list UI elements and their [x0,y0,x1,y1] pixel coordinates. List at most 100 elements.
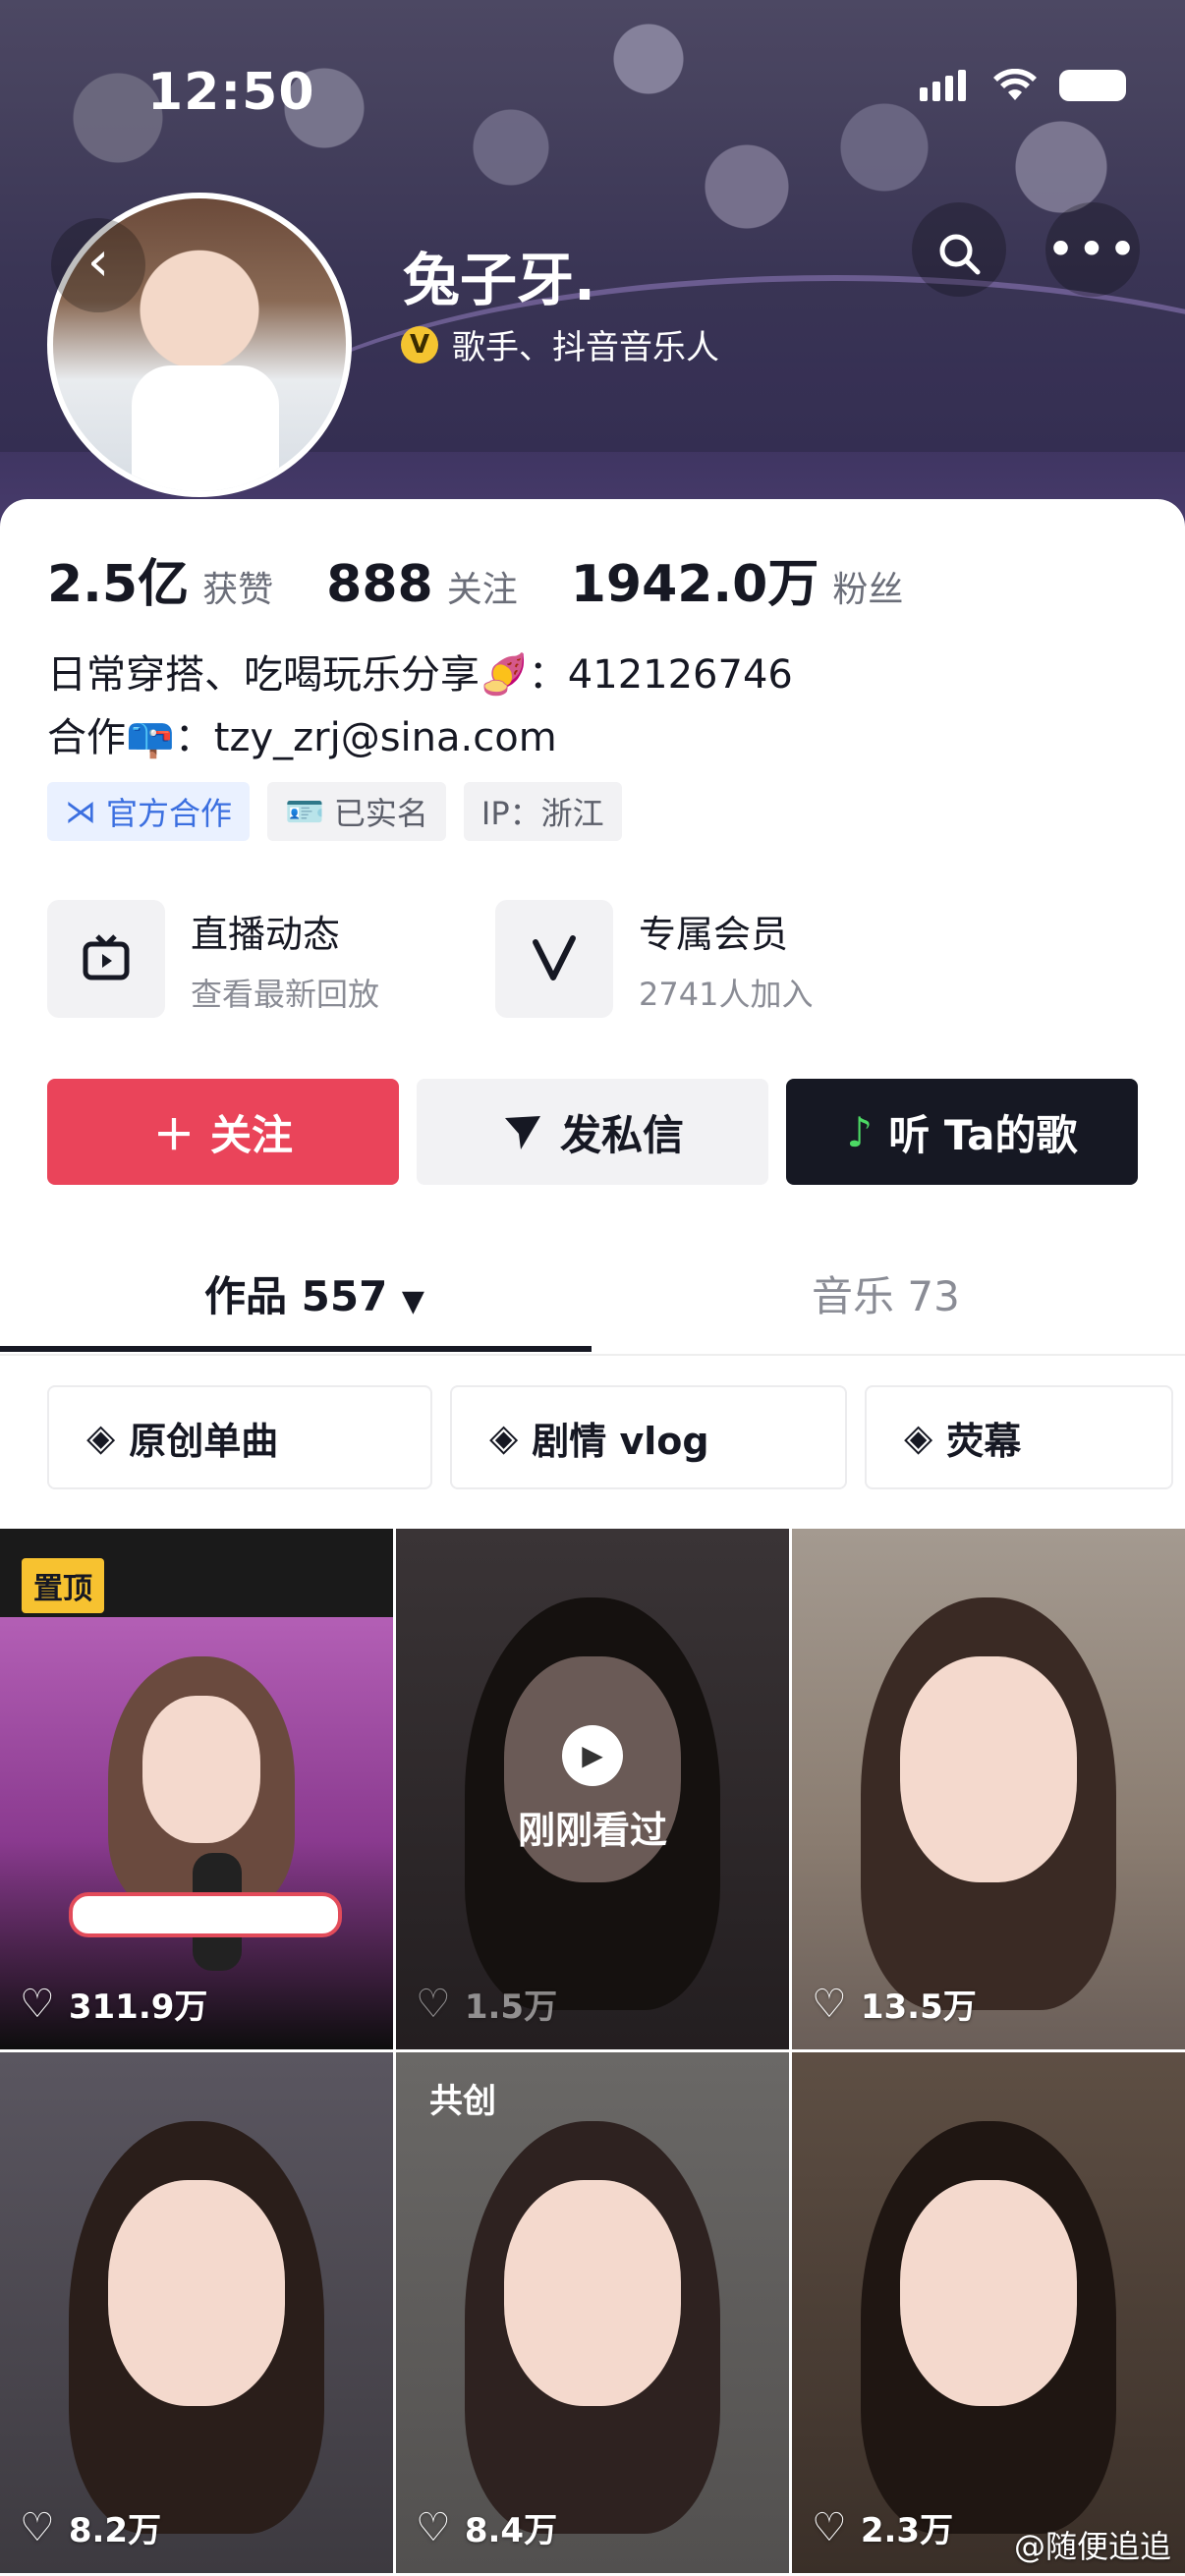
video-likes: ♡ 8.2万 [20,2503,161,2551]
collection-label: 荧幕 [946,1419,1022,1463]
send-message-label: 发私信 [559,1110,684,1159]
verification-label: 歌手、抖音音乐人 [452,328,719,367]
collection-chips: ◈ 原创单曲 ◈ 剧情 vlog ◈ 荧幕 [47,1385,1173,1489]
more-dots-icon: ••• [1045,221,1140,278]
stat-fans-label: 粉丝 [832,570,904,610]
heart-icon: ♡ [416,2504,451,2550]
action-buttons: ＋ 关注 发私信 ♪ 听 Ta的歌 [47,1079,1138,1185]
video-thumbnail[interactable]: ♡ 13.5万 [792,1529,1185,2049]
verified-badge-icon: V [401,325,438,364]
send-message-button[interactable]: 发私信 [417,1079,768,1185]
likes-count: 8.4万 [464,2511,558,2550]
id-card-icon: 🪪 [285,793,324,830]
tag-ip-location: IP：浙江 [463,782,622,841]
stat-likes[interactable]: 2.5亿 获赞 [47,542,273,616]
recently-watched-label: 刚刚看过 [517,1808,667,1852]
listen-songs-button[interactable]: ♪ 听 Ta的歌 [786,1079,1138,1185]
watermark-text: @随便追追 [1013,2528,1171,2565]
stat-following[interactable]: 888 关注 [326,555,518,614]
video-thumbnail[interactable]: 置顶 ♡ 311.9万 [0,1529,393,2049]
back-button[interactable]: ‹ [51,218,145,312]
profile-stats: 2.5亿 获赞 888 关注 1942.0万 粉丝 [47,542,956,616]
feature-live-title: 直播动态 [191,912,341,956]
follow-button[interactable]: ＋ 关注 [47,1079,399,1185]
cellular-signal-icon [920,70,971,101]
content-tabs: 作品 557 ▼ 音乐 73 [0,1230,1185,1356]
active-tab-indicator [0,1346,592,1352]
video-likes: ♡ 311.9万 [20,1980,207,2028]
feature-membership-subtitle: 2741人加入 [639,975,814,1013]
stat-fans[interactable]: 1942.0万 粉丝 [571,542,904,616]
video-likes: ♡ 1.5万 [416,1980,557,2028]
video-thumbnail[interactable]: 共创 ♡ 8.4万 [396,2052,789,2573]
collection-drama-vlog[interactable]: ◈ 剧情 vlog [450,1385,847,1489]
paper-plane-icon [504,1116,540,1149]
feature-membership[interactable]: 专属会员 2741人加入 [495,900,943,1018]
profile-tags: ⋊ 官方合作 🪪 已实名 IP：浙江 [47,782,622,841]
feature-live-updates[interactable]: 直播动态 查看最新回放 [47,900,495,1018]
likes-count: 13.5万 [860,1988,977,2027]
battery-icon [1059,70,1126,101]
video-likes: ♡ 8.4万 [416,2503,557,2551]
search-button[interactable] [912,202,1006,297]
pinned-badge: 置顶 [22,1558,104,1613]
video-grid: 置顶 ♡ 311.9万 ▶ 刚刚看过 ♡ 1.5万 ♡ 13.5万 ♡ 8.2万 [0,1529,1185,2573]
video-likes: ♡ 13.5万 [812,1980,977,2028]
video-thumbnail[interactable]: ▶ 刚刚看过 ♡ 1.5万 [396,1529,789,2049]
wifi-icon [993,69,1037,100]
collection-label: 原创单曲 [129,1419,279,1463]
follow-button-label: 关注 [210,1110,294,1159]
status-icons [920,69,1126,102]
heart-icon: ♡ [20,1981,55,2027]
tag-label: 已实名 [333,795,428,832]
video-thumbnail[interactable]: ♡ 2.3万 @随便追追 [792,2052,1185,2573]
chevron-left-icon: ‹ [86,230,110,294]
feature-membership-title: 专属会员 [639,912,789,956]
recently-watched-overlay: ▶ 刚刚看过 [396,1529,789,2049]
heart-icon: ♡ [812,1981,847,2027]
feature-live-subtitle: 查看最新回放 [191,975,380,1013]
heart-icon: ♡ [812,2504,847,2550]
likes-count: 311.9万 [68,1988,208,2027]
tv-icon [47,900,165,1018]
cocreation-label: 共创 [429,2082,496,2121]
tab-works[interactable]: 作品 557 ▼ [204,1263,424,1323]
cooperation-icon: ⋊ [65,793,96,830]
likes-count: 1.5万 [464,1988,558,2027]
tab-music-label: 音乐 73 [812,1272,960,1320]
music-note-icon: ♪ [846,1107,874,1156]
layers-icon: ◈ [489,1416,519,1459]
collection-original-singles[interactable]: ◈ 原创单曲 [47,1385,432,1489]
tag-real-name: 🪪 已实名 [267,782,446,841]
heart-icon: ♡ [416,1981,451,2027]
collection-label: 剧情 vlog [532,1419,709,1463]
profile-nickname: 兔子牙. [403,247,596,313]
caret-down-icon: ▼ [401,1284,424,1318]
collection-screen[interactable]: ◈ 荧幕 [865,1385,1173,1489]
tag-label: IP：浙江 [480,795,604,832]
stat-following-label: 关注 [446,570,518,610]
likes-count: 8.2万 [68,2511,162,2550]
tab-works-label: 作品 557 [204,1272,388,1320]
stat-fans-number: 1942.0万 [570,555,819,614]
vip-v-icon [495,900,613,1018]
tag-official-cooperation[interactable]: ⋊ 官方合作 [47,782,251,841]
bio-line-2: 合作📪：tzy_zrj@sina.com [47,715,557,760]
video-thumbnail[interactable]: ♡ 8.2万 [0,2052,393,2573]
more-options-button[interactable]: ••• [1045,202,1140,297]
play-icon: ▶ [562,1724,623,1786]
stat-likes-number: 2.5亿 [47,555,190,614]
layers-icon: ◈ [904,1416,933,1459]
verification-row: V 歌手、抖音音乐人 [401,320,719,368]
likes-count: 2.3万 [860,2511,954,2550]
tab-music[interactable]: 音乐 73 [812,1263,960,1323]
tag-label: 官方合作 [106,795,233,832]
status-time: 12:50 [147,63,315,122]
search-icon [939,234,981,274]
plus-icon: ＋ [152,1110,195,1159]
video-likes: ♡ 2.3万 [812,2503,953,2551]
heart-icon: ♡ [20,2504,55,2550]
feature-entries: 直播动态 查看最新回放 专属会员 2741人加入 [47,900,943,1018]
layers-icon: ◈ [86,1416,116,1459]
listen-songs-label: 听 Ta的歌 [888,1110,1078,1159]
